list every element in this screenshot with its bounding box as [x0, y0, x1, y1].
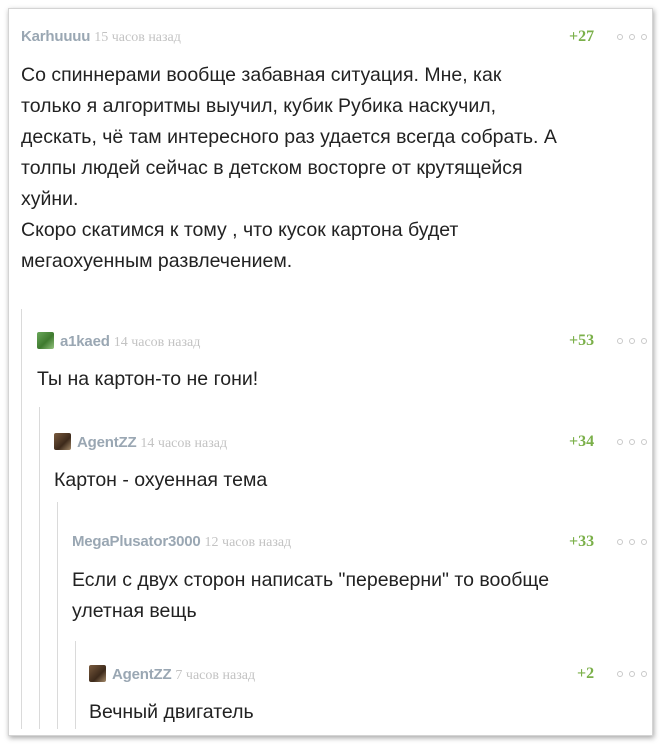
comment: Karhuuuu 15 часов назад +27 Со спиннерами… — [21, 28, 649, 277]
avatar[interactable] — [89, 665, 106, 682]
comment-text: Вечный двигатель — [89, 701, 254, 723]
comment-author[interactable]: AgentZZ — [77, 434, 137, 451]
comment-text: Если с двух сторон написать "переверни" … — [72, 569, 550, 622]
comment-header: a1kaed 14 часов назад +53 — [37, 332, 649, 356]
comment-header: AgentZZ 7 часов назад +2 — [89, 665, 649, 689]
avatar[interactable] — [54, 433, 71, 450]
comment-thread: Karhuuuu 15 часов назад +27 Со спиннерами… — [8, 8, 653, 736]
more-dots-icon[interactable] — [617, 335, 647, 347]
comment-author[interactable]: AgentZZ — [112, 666, 172, 683]
comment-rating: +34 — [569, 433, 595, 450]
comment-rating: +27 — [569, 28, 595, 45]
more-dots-icon[interactable] — [617, 436, 647, 448]
comment-time[interactable]: 14 часов назад — [114, 335, 201, 350]
comment-time[interactable]: 7 часов назад — [175, 668, 255, 683]
comment-rating: +53 — [569, 332, 595, 349]
comment-author[interactable]: a1kaed — [60, 333, 110, 350]
comment-header: Karhuuuu 15 часов назад +27 — [21, 28, 649, 52]
comment-rating: +33 — [569, 533, 595, 550]
thread-line — [39, 407, 40, 729]
thread-line — [21, 309, 22, 729]
comment-author[interactable]: Karhuuuu — [21, 28, 90, 45]
more-dots-icon[interactable] — [617, 31, 647, 43]
more-dots-icon[interactable] — [617, 536, 647, 548]
thread-line — [57, 502, 58, 729]
comment-text: Картон - охуенная тема — [54, 469, 268, 491]
avatar[interactable] — [37, 332, 54, 349]
comment-time[interactable]: 14 часов назад — [140, 436, 227, 451]
more-dots-icon[interactable] — [617, 668, 647, 680]
comment: AgentZZ 7 часов назад +2 Вечный двигатель — [89, 665, 649, 728]
comment: AgentZZ 14 часов назад +34 Картон - охуен… — [54, 433, 649, 496]
comment-rating: +2 — [577, 665, 595, 682]
comment-time[interactable]: 15 часов назад — [94, 30, 181, 45]
thread-line — [75, 641, 76, 729]
comment-time[interactable]: 12 часов назад — [205, 535, 292, 550]
comment-author[interactable]: MegaPlusator3000 — [72, 533, 201, 550]
comment-header: MegaPlusator3000 12 часов назад +33 — [72, 533, 649, 557]
comment: a1kaed 14 часов назад +53 Ты на картон-то… — [37, 332, 649, 395]
comment-text: Со спиннерами вообще забавная ситуация. … — [21, 64, 557, 272]
comment-text: Ты на картон-то не гони! — [37, 368, 259, 390]
comment: MegaPlusator3000 12 часов назад +33 Если … — [72, 533, 649, 627]
comment-header: AgentZZ 14 часов назад +34 — [54, 433, 649, 457]
